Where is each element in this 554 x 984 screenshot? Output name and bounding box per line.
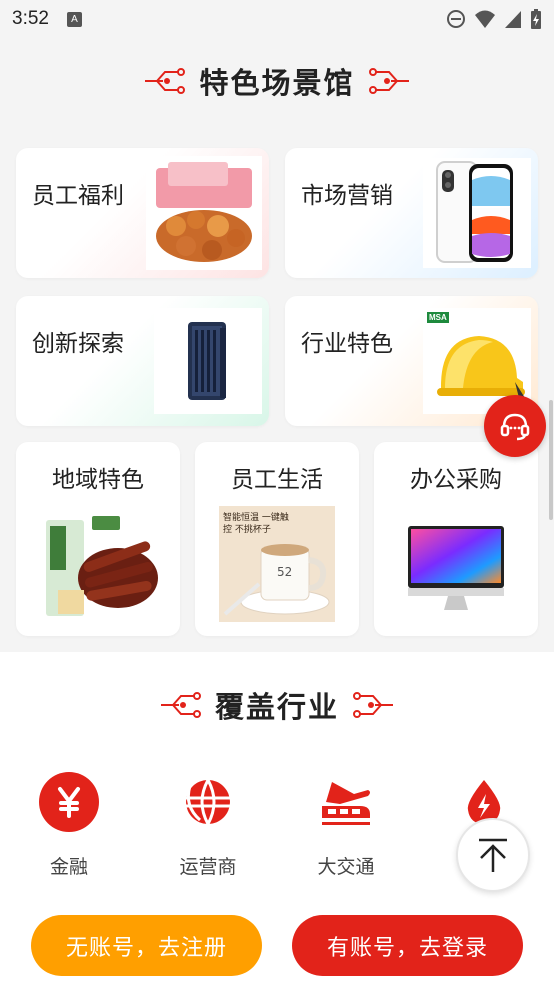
industry-item-finance[interactable]: 金融: [19, 772, 119, 879]
scene-card-label: 员工福利: [32, 183, 124, 209]
customer-service-button[interactable]: [484, 395, 546, 457]
register-button[interactable]: 无账号，去注册: [31, 915, 262, 976]
router-device-image: [154, 308, 262, 414]
beef-jerky-image: [36, 512, 160, 624]
wifi-icon: [475, 10, 495, 28]
scene-card-label: 员工生活: [231, 467, 323, 493]
login-button[interactable]: 有账号，去登录: [292, 915, 523, 976]
scenes-title: 特色场景馆: [199, 66, 355, 100]
scene-card-innovation[interactable]: 创新探索: [16, 296, 269, 426]
status-bar: 3:52 A: [0, 0, 554, 38]
dnd-icon: [447, 10, 465, 28]
signal-icon: [505, 11, 521, 28]
scene-card-label: 地域特色: [52, 467, 144, 493]
msa-logo: MSA: [427, 312, 449, 323]
desktop-monitor-image: [398, 516, 514, 616]
status-icons: [446, 8, 542, 30]
industry-item-carrier[interactable]: 运营商: [158, 772, 258, 879]
industry-section-title: 覆盖行业: [0, 682, 554, 728]
status-time: 3:52: [12, 8, 49, 29]
snack-gift-box-image: [146, 156, 262, 270]
transport-icon: [316, 772, 376, 832]
title-deco-left-icon: [160, 692, 201, 718]
industry-item-transport[interactable]: 大交通: [296, 772, 396, 879]
industry-label: 运营商: [179, 856, 237, 878]
arrow-up-icon: [479, 838, 507, 872]
scene-card-marketing[interactable]: 市场营销: [285, 148, 538, 278]
battery-icon: [531, 9, 541, 29]
globe-icon: [178, 772, 238, 832]
scenes-section-title: 特色场景馆: [0, 58, 554, 104]
scrollbar[interactable]: [549, 400, 553, 520]
scene-card-welfare[interactable]: 员工福利: [16, 148, 269, 278]
yuan-icon: [39, 772, 99, 832]
svg-text:52: 52: [277, 565, 292, 579]
scene-card-office[interactable]: 办公采购: [374, 442, 538, 636]
industry-title: 覆盖行业: [214, 690, 339, 724]
industry-label: 金融: [49, 856, 88, 878]
industry-label: 大交通: [317, 856, 375, 878]
scene-card-regional[interactable]: 地域特色: [16, 442, 180, 636]
title-deco-left-icon: [145, 68, 186, 94]
back-to-top-button[interactable]: [456, 818, 530, 892]
scene-card-label: 行业特色: [301, 331, 393, 357]
title-deco-right-icon: [353, 692, 393, 718]
scene-card-label: 创新探索: [32, 331, 124, 357]
scene-card-life[interactable]: 员工生活 智能恒温 一键触控 不挑杯子 52: [195, 442, 359, 636]
notification-icon: A: [66, 11, 82, 27]
warming-mug-image: 智能恒温 一键触控 不挑杯子 52: [219, 506, 335, 622]
scene-card-label: 办公采购: [410, 467, 502, 493]
mug-ad-text: 智能恒温 一键触控 不挑杯子: [223, 513, 289, 535]
smartphone-image: [423, 158, 531, 268]
scene-card-label: 市场营销: [301, 183, 393, 209]
title-deco-right-icon: [368, 68, 409, 94]
headset-icon: [500, 413, 530, 441]
